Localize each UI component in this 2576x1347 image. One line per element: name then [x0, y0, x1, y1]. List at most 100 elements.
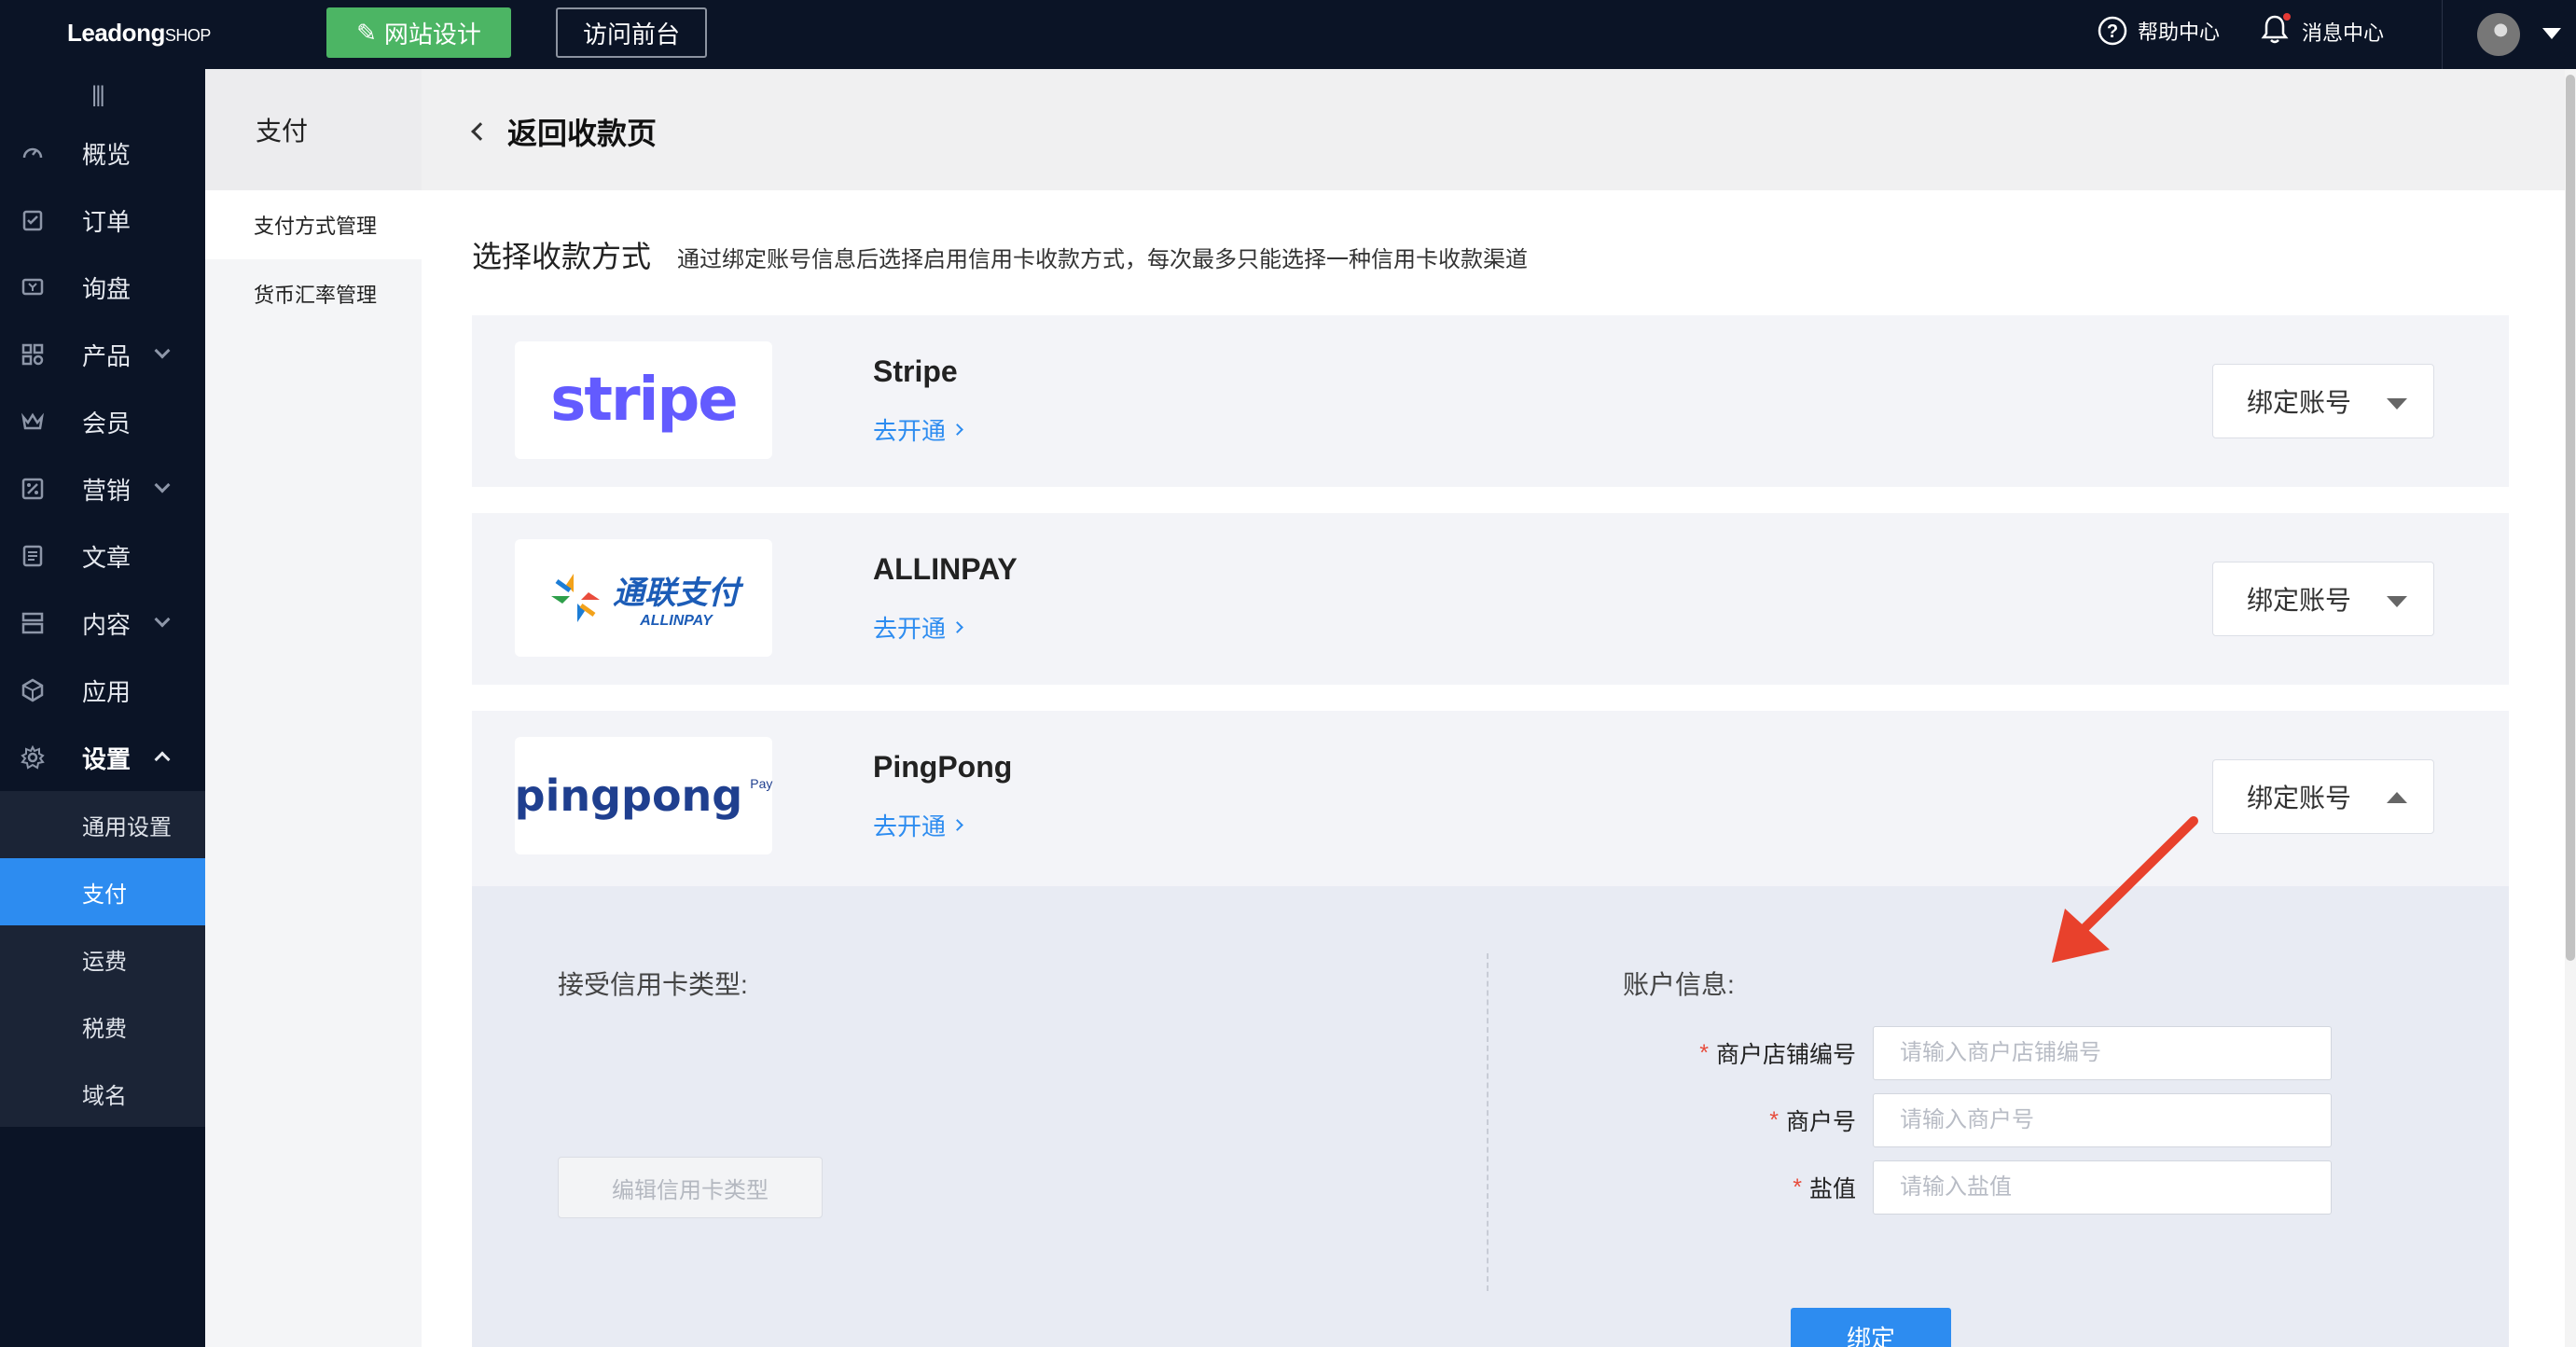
back-to-checkout-link[interactable]: 返回收款页 [471, 110, 657, 153]
message-center-link[interactable]: 消息中心 [2261, 13, 2384, 50]
collapse-menu-icon[interactable]: ||| [91, 82, 105, 108]
stripe-logo-text: stripe [550, 366, 738, 435]
app-logo[interactable]: LeadongSHOP [67, 19, 211, 48]
bind-account-dropdown[interactable]: 绑定账号 [2212, 759, 2434, 834]
bind-submit-button[interactable]: 绑定 [1791, 1308, 1951, 1347]
notification-dot [2283, 13, 2291, 21]
activate-link[interactable]: 去开通 [873, 808, 963, 842]
bind-account-label: 绑定账号 [2247, 586, 2352, 615]
activate-link[interactable]: 去开通 [873, 412, 963, 447]
main-content: 返回收款页 选择收款方式 通过绑定账号信息后选择启用信用卡收款方式，每次最多只能… [422, 69, 2565, 1347]
store-id-input[interactable] [1873, 1026, 2332, 1080]
sidebar-item-content[interactable]: 内容 [0, 590, 205, 657]
pingpong-logo-text: pingpong [514, 771, 743, 821]
order-icon [21, 208, 45, 232]
provider-card-stripe: stripe Stripe 去开通 绑定账号 [472, 315, 2509, 487]
panel-divider [1487, 953, 1489, 1291]
subitem-label: 支付 [82, 882, 127, 908]
sidebar-subitem-shipping[interactable]: 运费 [0, 925, 205, 993]
bind-account-dropdown[interactable]: 绑定账号 [2212, 364, 2434, 438]
tab-label: 货币汇率管理 [254, 284, 378, 307]
question-circle-icon: ? [2098, 16, 2127, 46]
visit-frontend-button[interactable]: 访问前台 [556, 7, 707, 58]
subitem-label: 通用设置 [82, 814, 172, 840]
bell-icon [2261, 13, 2291, 50]
section-title: 选择收款方式 [472, 240, 652, 273]
subitem-label: 运费 [82, 949, 127, 975]
sidebar-item-products[interactable]: 产品 [0, 321, 205, 388]
sidebar-item-orders[interactable]: 订单 [0, 187, 205, 254]
chevron-up-icon [154, 751, 171, 768]
help-center-label: 帮助中心 [2138, 21, 2221, 44]
card-types-title: 接受信用卡类型: [558, 970, 748, 999]
required-mark: * [1699, 1039, 1709, 1066]
sidebar-subitem-tax[interactable]: 税费 [0, 993, 205, 1060]
activate-label: 去开通 [873, 812, 947, 840]
user-avatar[interactable] [2477, 13, 2520, 56]
svg-text:?: ? [2107, 21, 2118, 42]
sidebar-item-label: 产品 [82, 341, 132, 370]
content-icon [21, 611, 45, 635]
chevron-right-icon [951, 621, 963, 633]
annotation-arrow-icon [2052, 816, 2198, 963]
chevron-left-icon [471, 122, 490, 141]
sidebar-item-articles[interactable]: 文章 [0, 522, 205, 590]
product-icon [21, 342, 45, 367]
edit-card-types-button[interactable]: 编辑信用卡类型 [558, 1157, 823, 1218]
chevron-down-icon [154, 342, 171, 359]
section-description: 通过绑定账号信息后选择启用信用卡收款方式，每次最多只能选择一种信用卡收款渠道 [677, 247, 1528, 272]
sidebar-item-marketing[interactable]: 营销 [0, 455, 205, 522]
settings-icon [21, 745, 45, 770]
payment-sidebar: 支付 支付方式管理 货币汇率管理 [205, 69, 422, 1347]
pingpong-logo-sub: Pay [750, 776, 773, 791]
scrollbar-thumb[interactable] [2566, 75, 2575, 961]
website-design-button[interactable]: ✎ 网站设计 [326, 7, 511, 58]
pingpong-logo: pingpong Pay [515, 737, 772, 854]
tab-currency-rates[interactable]: 货币汇率管理 [205, 259, 422, 328]
pencil-icon: ✎ [356, 18, 377, 47]
sidebar-item-label: 文章 [82, 543, 132, 572]
sidebar-item-members[interactable]: 会员 [0, 388, 205, 455]
salt-label: * 盐值 [1576, 1160, 1856, 1215]
dashboard-icon [21, 141, 45, 165]
sidebar-subitem-domain[interactable]: 域名 [0, 1060, 205, 1127]
provider-name: ALLINPAY [873, 552, 1018, 586]
sidebar-item-overview[interactable]: 概览 [0, 119, 205, 187]
caret-down-icon[interactable] [2542, 28, 2561, 39]
bind-account-dropdown[interactable]: 绑定账号 [2212, 562, 2434, 636]
edit-card-types-label: 编辑信用卡类型 [612, 1177, 769, 1203]
tab-payment-methods[interactable]: 支付方式管理 [205, 190, 422, 259]
activate-label: 去开通 [873, 417, 947, 445]
sidebar-subitem-general[interactable]: 通用设置 [0, 791, 205, 858]
app-icon [21, 678, 45, 702]
logo-sub-text: SHOP [164, 26, 212, 45]
salt-input[interactable] [1873, 1160, 2332, 1215]
field-label-text: 商户号 [1785, 1109, 1856, 1135]
sidebar-item-label: 应用 [82, 677, 132, 706]
merchant-id-label: * 商户号 [1576, 1093, 1856, 1147]
sidebar-subitem-payment[interactable]: 支付 [0, 858, 205, 925]
sidebar-item-apps[interactable]: 应用 [0, 657, 205, 724]
merchant-id-input[interactable] [1873, 1093, 2332, 1147]
bind-account-label: 绑定账号 [2247, 388, 2352, 417]
inquiry-icon [21, 275, 45, 299]
sidebar-item-label: 设置 [82, 744, 132, 773]
website-design-label: 网站设计 [383, 20, 481, 49]
allinpay-logo: 通联支付 ALLINPAY [515, 539, 772, 657]
article-icon [21, 544, 45, 568]
member-icon [21, 410, 45, 434]
sidebar-item-inquiry[interactable]: 询盘 [0, 254, 205, 321]
message-center-label: 消息中心 [2302, 21, 2385, 45]
stripe-logo: stripe [515, 341, 772, 459]
main-header: 返回收款页 [422, 69, 2565, 190]
account-info-title: 账户信息: [1623, 970, 1735, 999]
sidebar-item-settings[interactable]: 设置 [0, 724, 205, 791]
payment-sidebar-title: 支付 [256, 117, 309, 146]
activate-link[interactable]: 去开通 [873, 610, 963, 645]
allinpay-logo-sub: ALLINPAY [640, 612, 713, 629]
subitem-label: 域名 [82, 1083, 127, 1109]
chevron-down-icon [154, 611, 171, 628]
top-divider [2442, 0, 2443, 69]
help-center-link[interactable]: ? 帮助中心 [2097, 15, 2220, 47]
main-sidebar: ||| 概览 订单 询盘 产品 会员 营销 文章 内容 应用 设置 [0, 69, 205, 1347]
